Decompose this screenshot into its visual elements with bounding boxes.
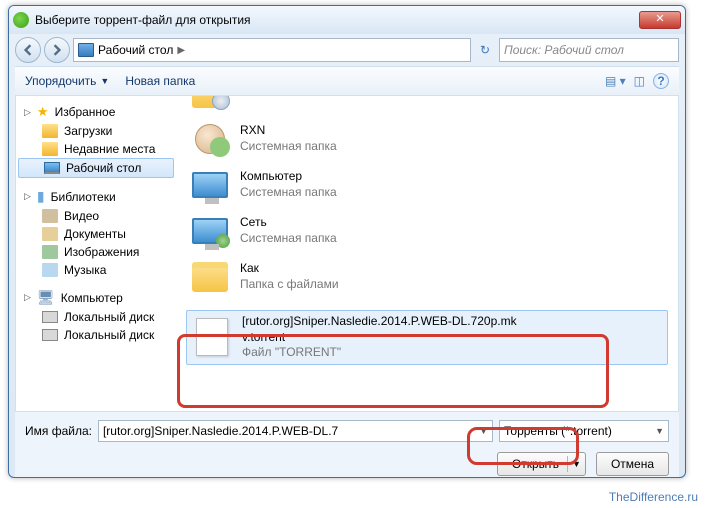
sidebar-item-music[interactable]: Музыка <box>16 261 176 279</box>
dropdown-icon[interactable]: ▼ <box>572 459 581 469</box>
library-icon: ▮ <box>37 188 45 205</box>
network-icon <box>192 218 228 244</box>
video-icon <box>42 209 58 223</box>
user-folder-icon <box>195 124 225 154</box>
filename-label: Имя файла: <box>25 424 92 438</box>
star-icon: ★ <box>37 104 49 120</box>
computer-icon <box>192 172 228 198</box>
nav-bar: Рабочий стол ▶ ↻ Поиск: Рабочий стол <box>15 34 679 66</box>
new-folder-button[interactable]: Новая папка <box>125 74 195 88</box>
collapse-icon: ▷ <box>24 191 31 202</box>
watermark: TheDifference.ru <box>609 490 698 504</box>
sidebar-favorites-header[interactable]: ▷ ★ Избранное <box>16 102 176 122</box>
back-button[interactable] <box>15 37 41 63</box>
sidebar-item-video[interactable]: Видео <box>16 207 176 225</box>
utorrent-icon <box>13 12 29 28</box>
folder-icon <box>42 142 58 156</box>
search-input[interactable]: Поиск: Рабочий стол <box>499 38 679 62</box>
view-mode-button[interactable]: ▤ ▾ <box>605 74 626 88</box>
organize-menu[interactable]: Упорядочить▼ <box>25 74 109 88</box>
disk-icon <box>42 329 58 341</box>
forward-button[interactable] <box>44 37 70 63</box>
window-title: Выберите торрент-файл для открытия <box>35 13 639 27</box>
sidebar-libraries-header[interactable]: ▷ ▮ Библиотеки <box>16 186 176 207</box>
toolbar: Упорядочить▼ Новая папка ▤ ▾ ◫ ? <box>15 66 679 96</box>
sidebar-item-localdisk[interactable]: Локальный диск <box>16 308 176 326</box>
file-icon <box>196 318 228 356</box>
image-icon <box>42 245 58 259</box>
sidebar-item-recent[interactable]: Недавние места <box>16 140 176 158</box>
file-list: Системная папка RXNСистемная папка Компь… <box>176 96 678 411</box>
cancel-button[interactable]: Отмена <box>596 452 669 476</box>
sidebar-item-downloads[interactable]: Загрузки <box>16 122 176 140</box>
titlebar: Выберите торрент-файл для открытия ✕ <box>9 6 685 34</box>
sidebar-item-desktop[interactable]: Рабочий стол <box>18 158 174 178</box>
address-bar[interactable]: Рабочий стол ▶ <box>73 38 471 62</box>
sidebar: ▷ ★ Избранное Загрузки Недавние места Ра… <box>16 96 176 411</box>
filetype-filter[interactable]: Торренты (*.torrent) ▼ <box>499 420 669 442</box>
open-button[interactable]: Открыть ▼ <box>497 452 586 476</box>
sidebar-computer-header[interactable]: ▷ 🖥 Компьютер <box>16 287 176 308</box>
file-item-rxn[interactable]: RXNСистемная папка <box>184 116 670 162</box>
folder-icon <box>192 96 228 108</box>
search-placeholder: Поиск: Рабочий стол <box>504 43 624 57</box>
collapse-icon: ▷ <box>24 107 31 118</box>
close-button[interactable]: ✕ <box>639 11 681 29</box>
computer-icon: 🖥 <box>37 289 55 306</box>
collapse-icon: ▷ <box>24 292 31 303</box>
file-item-kak[interactable]: КакПапка с файлами <box>184 254 670 300</box>
address-location: Рабочий стол <box>98 43 173 57</box>
file-item-sysfolder[interactable]: Системная папка <box>184 96 670 116</box>
sidebar-item-pictures[interactable]: Изображения <box>16 243 176 261</box>
refresh-button[interactable]: ↻ <box>474 39 496 61</box>
music-icon <box>42 263 58 277</box>
file-item-torrent-selected[interactable]: [rutor.org]Sniper.Nasledie.2014.P.WEB-DL… <box>186 310 668 365</box>
chevron-right-icon: ▶ <box>177 45 185 56</box>
document-icon <box>42 227 58 241</box>
dropdown-icon[interactable]: ▼ <box>479 426 488 436</box>
desktop-icon <box>78 43 94 57</box>
dialog-footer: Имя файла: [rutor.org]Sniper.Nasledie.20… <box>15 412 679 478</box>
filename-input[interactable]: [rutor.org]Sniper.Nasledie.2014.P.WEB-DL… <box>98 420 493 442</box>
help-button[interactable]: ? <box>653 73 669 89</box>
dropdown-icon[interactable]: ▼ <box>655 426 664 436</box>
desktop-icon <box>44 162 60 174</box>
file-item-network[interactable]: СетьСистемная папка <box>184 208 670 254</box>
file-open-dialog: Выберите торрент-файл для открытия ✕ Раб… <box>8 5 686 478</box>
folder-icon <box>42 124 58 138</box>
preview-pane-button[interactable]: ◫ <box>634 74 645 88</box>
folder-icon <box>192 262 228 292</box>
file-item-computer[interactable]: КомпьютерСистемная папка <box>184 162 670 208</box>
sidebar-item-localdisk[interactable]: Локальный диск <box>16 326 176 344</box>
sidebar-item-documents[interactable]: Документы <box>16 225 176 243</box>
disk-icon <box>42 311 58 323</box>
